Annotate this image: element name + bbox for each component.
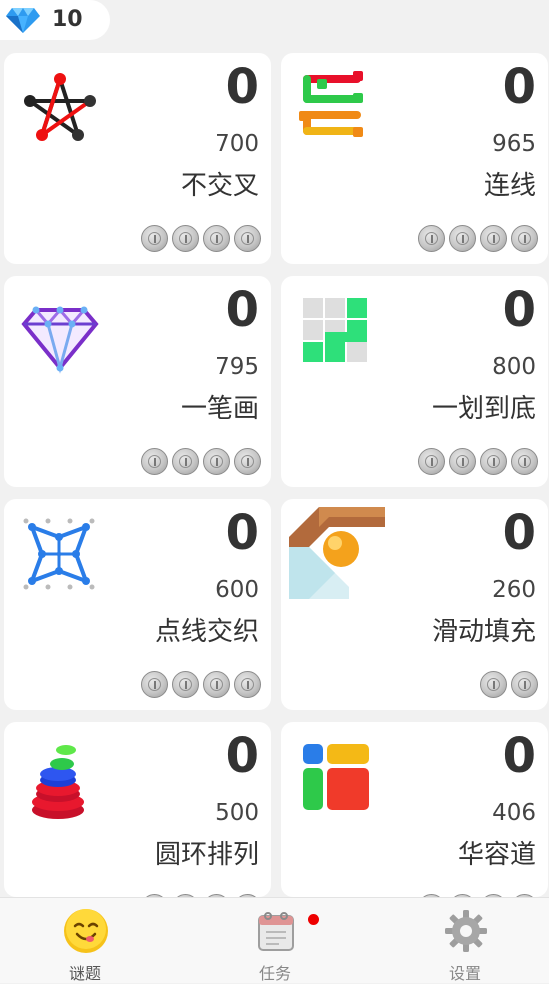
smiley-icon bbox=[64, 909, 108, 953]
silver-coin-icon bbox=[172, 671, 199, 698]
silver-coin-icon bbox=[172, 225, 199, 252]
level-card-one-stroke[interactable]: 0 795 一笔画 bbox=[4, 276, 271, 487]
level-name: 圆环排列 bbox=[154, 840, 259, 870]
silver-coin-icon bbox=[511, 448, 538, 475]
gem-count: 10 bbox=[52, 7, 83, 32]
level-name: 一笔画 bbox=[180, 394, 259, 424]
level-score: 0 bbox=[225, 59, 259, 115]
level-card-klotski[interactable]: 0 406 华容道 bbox=[281, 722, 548, 897]
tab-label: 任务 bbox=[258, 964, 291, 983]
level-best: 795 bbox=[215, 354, 259, 380]
silver-coin-icon bbox=[141, 671, 168, 698]
level-card-ring-stack[interactable]: 0 500 圆环排列 bbox=[4, 722, 271, 897]
connect-pipes-icon bbox=[299, 71, 363, 137]
tab-label: 谜题 bbox=[68, 964, 101, 983]
level-best: 260 bbox=[492, 577, 536, 603]
level-card-dot-weave[interactable]: 0 600 点线交织 bbox=[4, 499, 271, 710]
coin-row bbox=[141, 225, 261, 252]
coin-row bbox=[418, 225, 538, 252]
level-name: 华容道 bbox=[457, 840, 536, 870]
coin-row bbox=[141, 671, 261, 698]
ball-maze-icon bbox=[289, 507, 385, 599]
level-name: 一划到底 bbox=[431, 394, 536, 424]
level-name: 连线 bbox=[483, 171, 536, 201]
tab-settings[interactable]: 设置 bbox=[405, 898, 525, 983]
silver-coin-icon bbox=[480, 448, 507, 475]
level-score: 0 bbox=[502, 282, 536, 338]
level-best: 700 bbox=[215, 131, 259, 157]
silver-coin-icon bbox=[234, 225, 261, 252]
level-card-slide-fill[interactable]: 0 260 滑动填充 bbox=[281, 499, 548, 710]
coin-row bbox=[418, 448, 538, 475]
silver-coin-icon bbox=[234, 448, 261, 475]
silver-coin-icon bbox=[480, 671, 507, 698]
level-score: 0 bbox=[502, 59, 536, 115]
star-lines-icon bbox=[24, 73, 96, 141]
silver-coin-icon bbox=[449, 225, 476, 252]
ring-stack-icon bbox=[32, 745, 84, 819]
silver-coin-icon bbox=[511, 225, 538, 252]
tab-tasks[interactable]: 任务 bbox=[215, 898, 335, 983]
level-score: 0 bbox=[225, 282, 259, 338]
level-name: 点线交织 bbox=[154, 617, 259, 647]
silver-coin-icon bbox=[449, 448, 476, 475]
coin-row bbox=[141, 448, 261, 475]
gear-icon bbox=[445, 910, 487, 952]
level-score: 0 bbox=[502, 728, 536, 784]
silver-coin-icon bbox=[480, 225, 507, 252]
level-best: 965 bbox=[492, 131, 536, 157]
silver-coin-icon bbox=[141, 225, 168, 252]
silver-coin-icon bbox=[234, 671, 261, 698]
diamond-outline-icon bbox=[21, 306, 99, 374]
level-name: 不交叉 bbox=[180, 171, 259, 201]
bottom-nav: 谜题 任务 设置 bbox=[0, 897, 549, 983]
grid-path-icon bbox=[303, 298, 367, 362]
level-score: 0 bbox=[502, 505, 536, 561]
level-card-connect[interactable]: 0 965 连线 bbox=[281, 53, 548, 264]
dot-star-icon bbox=[23, 518, 95, 590]
silver-coin-icon bbox=[418, 225, 445, 252]
silver-coin-icon bbox=[172, 448, 199, 475]
silver-coin-icon bbox=[511, 671, 538, 698]
silver-coin-icon bbox=[141, 448, 168, 475]
silver-coin-icon bbox=[418, 448, 445, 475]
level-best: 600 bbox=[215, 577, 259, 603]
tab-puzzles[interactable]: 谜题 bbox=[25, 898, 145, 983]
level-best: 800 bbox=[492, 354, 536, 380]
silver-coin-icon bbox=[203, 225, 230, 252]
coin-row bbox=[480, 671, 538, 698]
level-card-no-cross[interactable]: 0 700 不交叉 bbox=[4, 53, 271, 264]
diamond-icon bbox=[6, 8, 40, 33]
silver-coin-icon bbox=[203, 671, 230, 698]
tab-label: 设置 bbox=[448, 964, 481, 983]
calendar-icon bbox=[258, 912, 294, 951]
silver-coin-icon bbox=[203, 448, 230, 475]
level-best: 500 bbox=[215, 800, 259, 826]
block-puzzle-icon bbox=[303, 744, 369, 810]
level-best: 406 bbox=[492, 800, 536, 826]
level-score: 0 bbox=[225, 505, 259, 561]
gem-counter[interactable]: 10 bbox=[0, 0, 110, 40]
level-card-one-swipe[interactable]: 0 800 一划到底 bbox=[281, 276, 548, 487]
level-name: 滑动填充 bbox=[431, 617, 536, 647]
notification-dot bbox=[308, 914, 319, 925]
level-score: 0 bbox=[225, 728, 259, 784]
